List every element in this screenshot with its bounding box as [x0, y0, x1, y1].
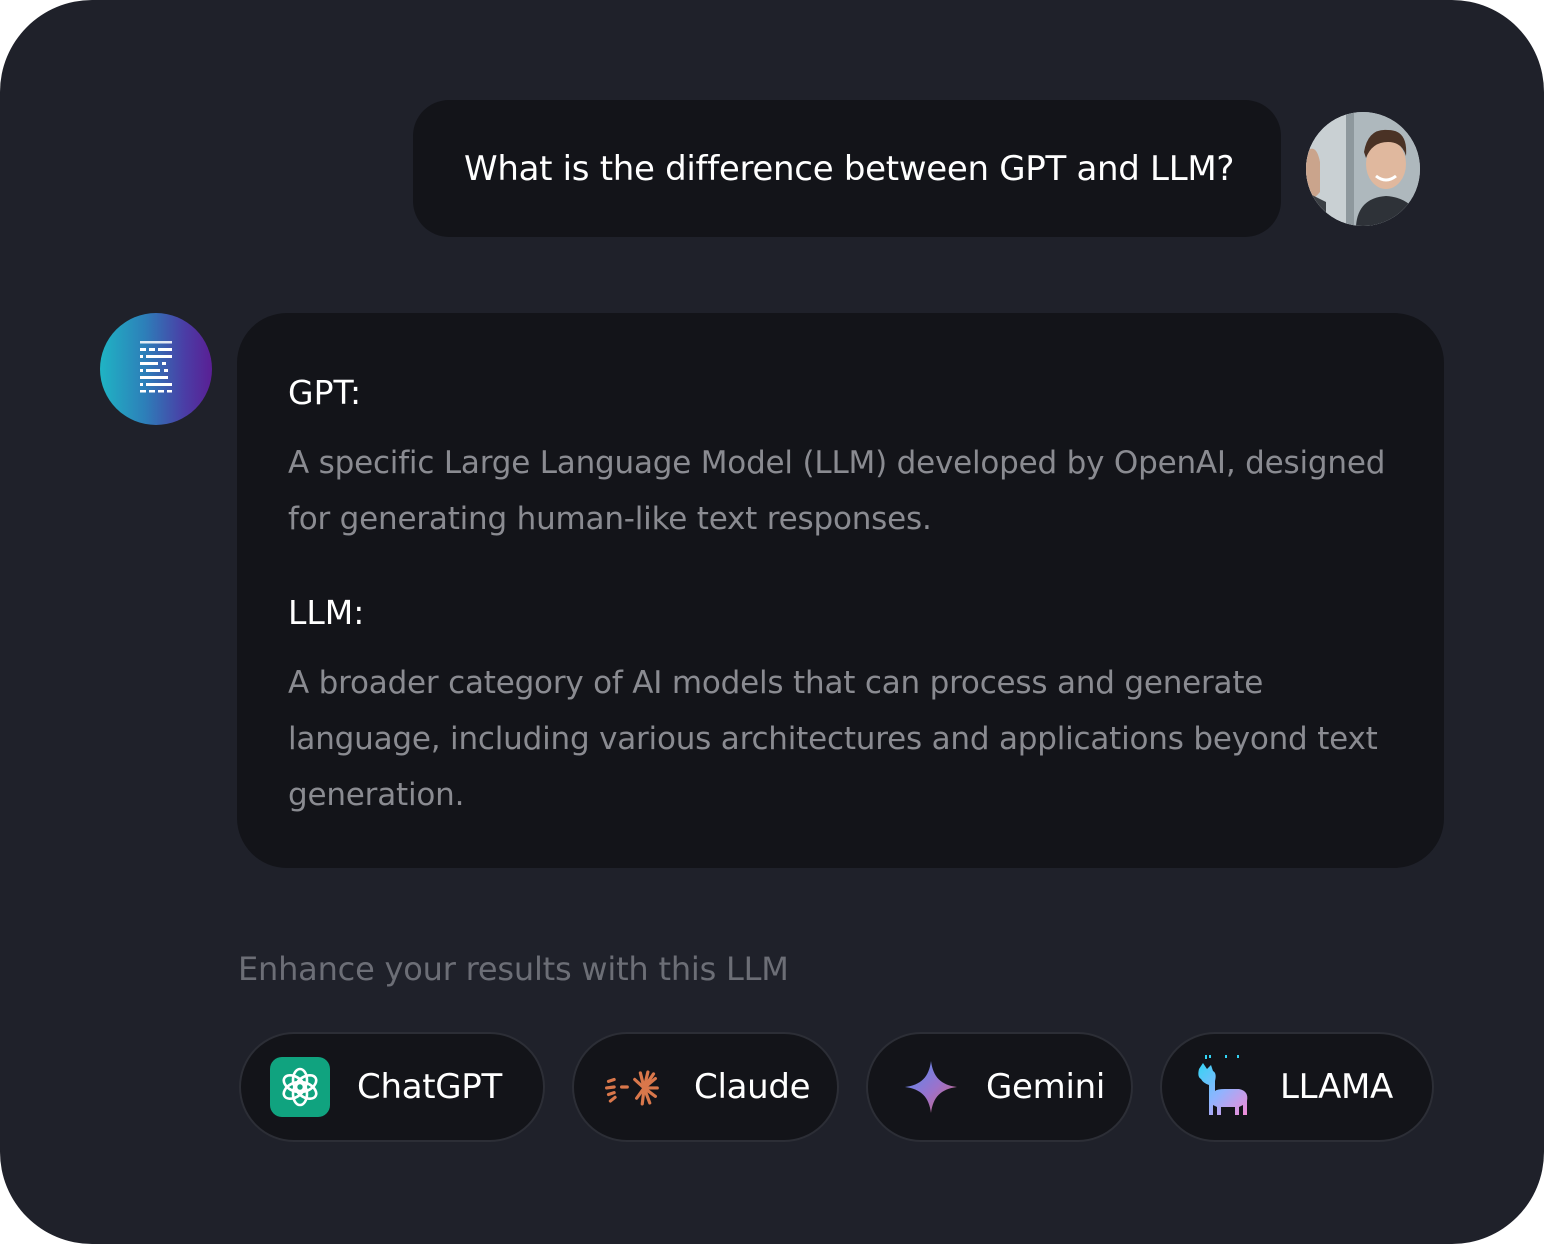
section-body-llm: A broader category of AI models that can…	[288, 665, 1378, 813]
section-body-gpt: A specific Large Language Model (LLM) de…	[288, 445, 1386, 537]
model-button-gemini[interactable]: Gemini	[866, 1032, 1133, 1142]
model-button-claude[interactable]: Claude	[572, 1032, 839, 1142]
llama-logo-icon	[1193, 1055, 1253, 1117]
claude-logo-icon	[601, 1057, 661, 1117]
model-label-claude: Claude	[694, 1067, 811, 1107]
section-title-llm: LLM:	[288, 593, 365, 632]
model-label-llama: LLAMA	[1280, 1067, 1394, 1107]
assistant-avatar	[100, 313, 212, 425]
suggestions-heading: Enhance your results with this LLM	[238, 950, 789, 988]
model-button-chatgpt[interactable]: ChatGPT	[239, 1032, 545, 1142]
model-label-gemini: Gemini	[986, 1067, 1106, 1107]
model-button-llama[interactable]: LLAMA	[1160, 1032, 1434, 1142]
user-avatar[interactable]	[1306, 112, 1420, 226]
user-message-text: What is the difference between GPT and L…	[464, 148, 1235, 189]
model-label-chatgpt: ChatGPT	[357, 1067, 502, 1107]
user-photo-icon	[1306, 112, 1420, 226]
user-message-bubble: What is the difference between GPT and L…	[413, 100, 1281, 237]
chat-window: What is the difference between GPT and L…	[0, 0, 1544, 1244]
assistant-message-bubble: GPT: A specific Large Language Model (LL…	[237, 313, 1444, 868]
section-title-gpt: GPT:	[288, 373, 362, 412]
assistant-logo-icon	[140, 341, 172, 393]
gemini-logo-icon	[901, 1057, 961, 1117]
chatgpt-logo-icon	[270, 1057, 330, 1117]
